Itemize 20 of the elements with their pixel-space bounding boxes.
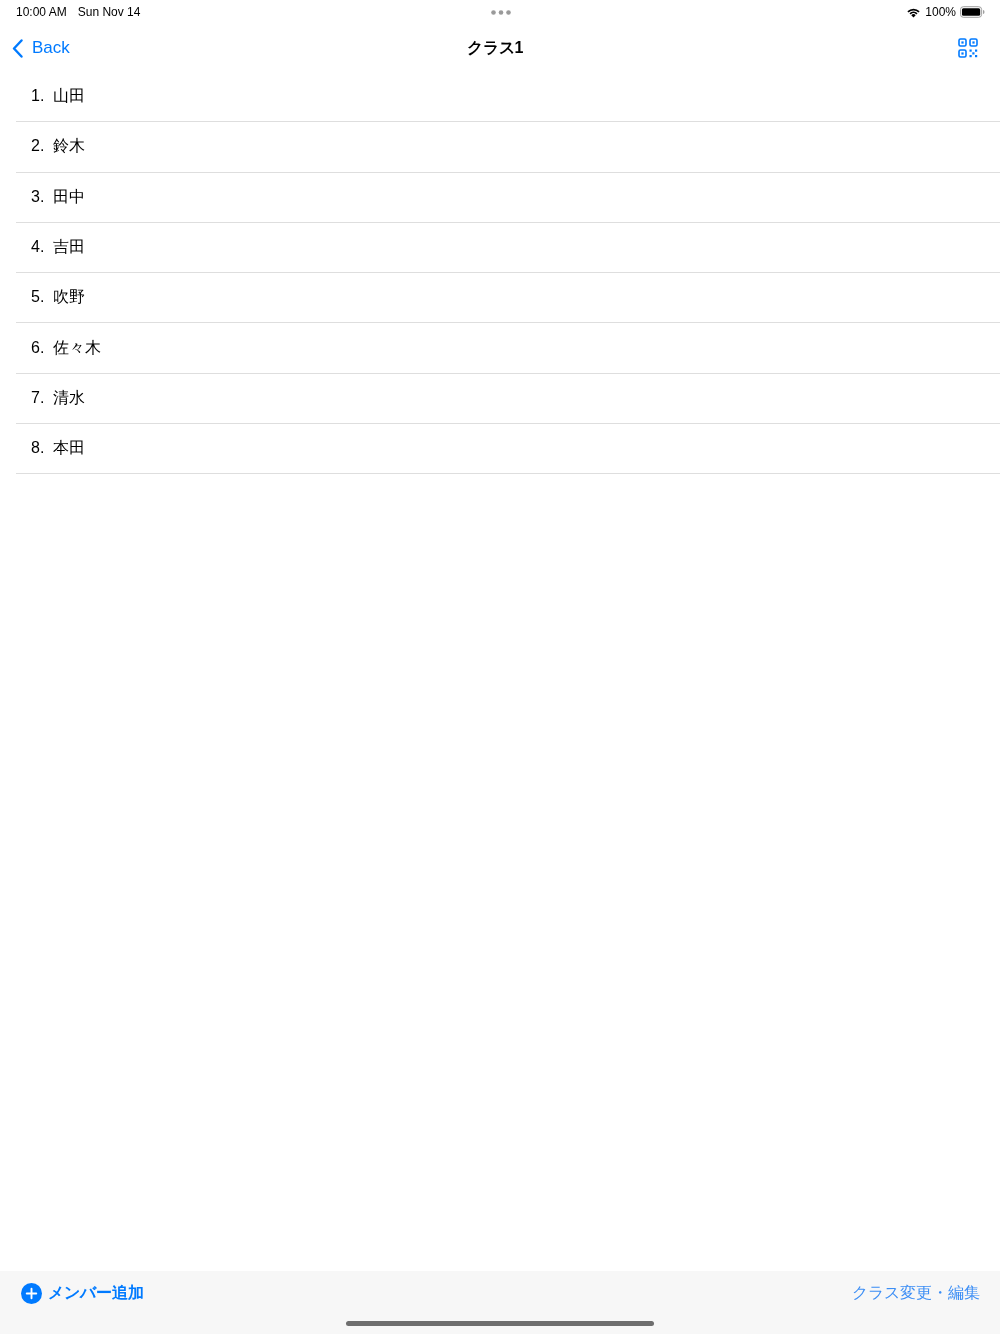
qr-code-icon[interactable]	[958, 38, 978, 58]
member-name[interactable]: 5. 吹野	[31, 287, 86, 309]
member-name[interactable]: 8. 本田	[31, 438, 86, 460]
nav-title: クラス1	[466, 37, 524, 58]
member-name[interactable]: 4. 吉田	[31, 237, 86, 259]
battery-icon	[960, 6, 985, 18]
member-name[interactable]: 6. 佐々木	[31, 337, 102, 359]
status-time: 10:00 AM	[16, 5, 67, 19]
status-date: Sun Nov 14	[77, 5, 141, 19]
add-member-button[interactable]: メンバー追加	[21, 1282, 144, 1304]
more-dots-icon[interactable]	[490, 9, 511, 15]
member-name[interactable]: 2. 鈴木	[31, 136, 86, 158]
back-button[interactable]: Back	[12, 38, 70, 58]
member-name[interactable]: 7. 清水	[31, 387, 86, 409]
chevron-left-icon	[12, 38, 23, 58]
wifi-icon	[906, 6, 922, 18]
plus-circle-icon	[21, 1282, 42, 1304]
member-name[interactable]: 3. 田中	[31, 186, 86, 208]
member-name[interactable]: 1. 山田	[31, 86, 86, 108]
battery-percent: 100%	[925, 5, 956, 19]
